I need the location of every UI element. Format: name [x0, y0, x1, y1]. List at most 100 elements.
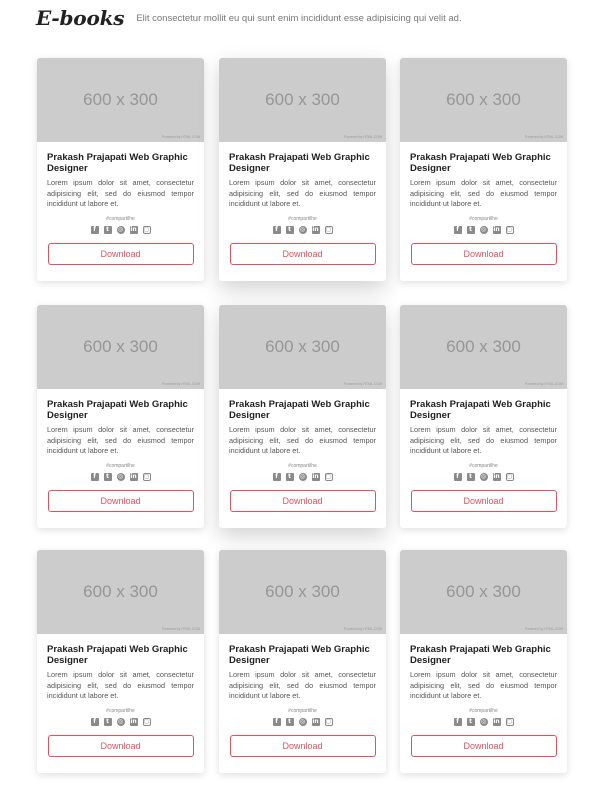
card-body: Prakash Prajapati Web Graphic Designer L… [219, 389, 386, 512]
ebook-card: 600 x 300 Powered by HTML.COM Prakash Pr… [219, 305, 386, 528]
instagram-icon[interactable]: ◻ [505, 226, 514, 234]
twitter-icon[interactable]: t [466, 226, 475, 234]
dribbble-icon[interactable]: ◎ [116, 718, 125, 726]
linkedin-icon[interactable]: in [129, 226, 138, 234]
dribbble-icon[interactable]: ◎ [298, 473, 307, 481]
twitter-icon[interactable]: t [103, 226, 112, 234]
cover-placeholder-label: 600 x 300 [265, 337, 340, 356]
download-button[interactable]: Download [47, 735, 194, 757]
dribbble-icon[interactable]: ◎ [479, 226, 488, 234]
cover-placeholder-label: 600 x 300 [265, 90, 340, 109]
ebook-title: Prakash Prajapati Web Graphic Designer [410, 399, 551, 421]
instagram-icon[interactable]: ◻ [142, 226, 151, 234]
share-hashtag: #compartilhe [106, 216, 135, 222]
cover-credit: Powered by HTML.COM [161, 135, 200, 139]
page-tagline: Elit consectetur mollit eu qui sunt enim… [136, 12, 462, 24]
download-button[interactable]: Download [47, 490, 194, 512]
linkedin-icon[interactable]: in [492, 226, 501, 234]
dribbble-icon[interactable]: ◎ [116, 226, 125, 234]
linkedin-icon[interactable]: in [129, 473, 138, 481]
card-body: Prakash Prajapati Web Graphic Designer L… [400, 142, 567, 265]
cover-credit: Powered by HTML.COM [524, 135, 563, 139]
social-share-bar: f t ◎ in ◻ [229, 473, 376, 482]
ebook-title: Prakash Prajapati Web Graphic Designer [410, 152, 551, 174]
ebook-cover-image: 600 x 300 Powered by HTML.COM [219, 305, 386, 389]
twitter-icon[interactable]: t [466, 473, 475, 481]
instagram-icon[interactable]: ◻ [324, 226, 333, 234]
ebook-cover-image: 600 x 300 Powered by HTML.COM [400, 305, 567, 389]
dribbble-icon[interactable]: ◎ [298, 226, 307, 234]
download-button[interactable]: Download [229, 735, 376, 757]
facebook-icon[interactable]: f [453, 718, 462, 726]
cover-placeholder-label: 600 x 300 [446, 337, 521, 356]
dribbble-icon[interactable]: ◎ [116, 473, 125, 481]
ebook-description: Lorem ipsum dolor sit amet, consectetur … [229, 670, 376, 700]
linkedin-icon[interactable]: in [311, 473, 320, 481]
download-button[interactable]: Download [229, 243, 376, 265]
instagram-icon[interactable]: ◻ [324, 718, 333, 726]
facebook-icon[interactable]: f [453, 473, 462, 481]
facebook-icon[interactable]: f [453, 226, 462, 234]
ebook-cover-image: 600 x 300 Powered by HTML.COM [219, 550, 386, 634]
instagram-icon[interactable]: ◻ [324, 473, 333, 481]
ebook-cover-image: 600 x 300 Powered by HTML.COM [219, 58, 386, 142]
twitter-icon[interactable]: t [103, 473, 112, 481]
download-button[interactable]: Download [410, 735, 557, 757]
ebook-card: 600 x 300 Powered by HTML.COM Prakash Pr… [37, 305, 204, 528]
facebook-icon[interactable]: f [90, 718, 99, 726]
ebook-cover-image: 600 x 300 Powered by HTML.COM [37, 550, 204, 634]
page-header: E-books Elit consectetur mollit eu qui s… [36, 6, 462, 30]
card-body: Prakash Prajapati Web Graphic Designer L… [37, 389, 204, 512]
ebook-description: Lorem ipsum dolor sit amet, consectetur … [47, 670, 194, 700]
twitter-icon[interactable]: t [466, 718, 475, 726]
download-button[interactable]: Download [410, 490, 557, 512]
ebook-card: 600 x 300 Powered by HTML.COM Prakash Pr… [400, 550, 567, 773]
social-share-bar: f t ◎ in ◻ [229, 718, 376, 727]
ebook-card: 600 x 300 Powered by HTML.COM Prakash Pr… [37, 58, 204, 281]
brand-logo: E-books [36, 6, 125, 30]
dribbble-icon[interactable]: ◎ [479, 473, 488, 481]
twitter-icon[interactable]: t [285, 226, 294, 234]
facebook-icon[interactable]: f [90, 226, 99, 234]
cover-placeholder-label: 600 x 300 [446, 582, 521, 601]
download-button[interactable]: Download [229, 490, 376, 512]
instagram-icon[interactable]: ◻ [505, 718, 514, 726]
facebook-icon[interactable]: f [90, 473, 99, 481]
download-button[interactable]: Download [410, 243, 557, 265]
linkedin-icon[interactable]: in [129, 718, 138, 726]
facebook-icon[interactable]: f [272, 718, 281, 726]
instagram-icon[interactable]: ◻ [505, 473, 514, 481]
linkedin-icon[interactable]: in [311, 226, 320, 234]
ebook-cover-image: 600 x 300 Powered by HTML.COM [400, 550, 567, 634]
social-share-bar: f t ◎ in ◻ [47, 226, 194, 235]
dribbble-icon[interactable]: ◎ [298, 718, 307, 726]
card-body: Prakash Prajapati Web Graphic Designer L… [219, 634, 386, 757]
share-hashtag: #compartilhe [469, 463, 498, 469]
facebook-icon[interactable]: f [272, 473, 281, 481]
twitter-icon[interactable]: t [285, 473, 294, 481]
linkedin-icon[interactable]: in [492, 718, 501, 726]
social-share-bar: f t ◎ in ◻ [47, 473, 194, 482]
ebook-description: Lorem ipsum dolor sit amet, consectetur … [410, 670, 557, 700]
instagram-icon[interactable]: ◻ [142, 718, 151, 726]
linkedin-icon[interactable]: in [311, 718, 320, 726]
ebook-description: Lorem ipsum dolor sit amet, consectetur … [229, 178, 376, 208]
ebook-title: Prakash Prajapati Web Graphic Designer [229, 644, 370, 666]
cover-placeholder-label: 600 x 300 [83, 582, 158, 601]
linkedin-icon[interactable]: in [492, 473, 501, 481]
share-hashtag: #compartilhe [106, 463, 135, 469]
instagram-icon[interactable]: ◻ [142, 473, 151, 481]
download-button[interactable]: Download [47, 243, 194, 265]
dribbble-icon[interactable]: ◎ [479, 718, 488, 726]
cover-placeholder-label: 600 x 300 [83, 90, 158, 109]
twitter-icon[interactable]: t [285, 718, 294, 726]
ebook-card: 600 x 300 Powered by HTML.COM Prakash Pr… [400, 305, 567, 528]
facebook-icon[interactable]: f [272, 226, 281, 234]
card-body: Prakash Prajapati Web Graphic Designer L… [400, 634, 567, 757]
twitter-icon[interactable]: t [103, 718, 112, 726]
cover-credit: Powered by HTML.COM [343, 627, 382, 631]
share-hashtag: #compartilhe [288, 463, 317, 469]
ebook-description: Lorem ipsum dolor sit amet, consectetur … [47, 425, 194, 455]
card-body: Prakash Prajapati Web Graphic Designer L… [219, 142, 386, 265]
share-hashtag: #compartilhe [288, 708, 317, 714]
